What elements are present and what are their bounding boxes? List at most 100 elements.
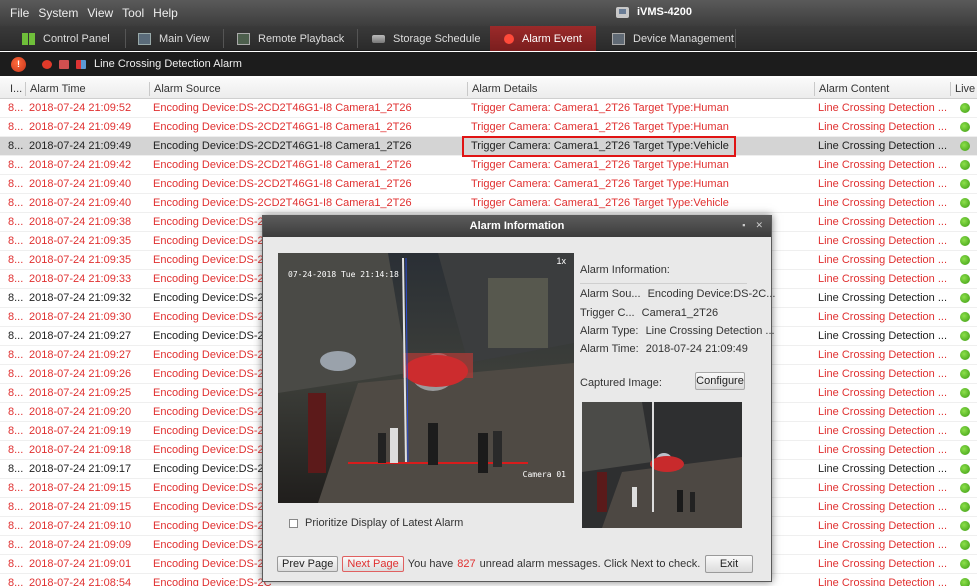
cell-alarm-time: 2018-07-24 21:09:27 bbox=[29, 330, 132, 342]
unread-count: 827 bbox=[457, 558, 476, 570]
live-view-icon[interactable] bbox=[960, 388, 970, 398]
alarm-time-row: Alarm Time: 2018-07-24 21:09:49 bbox=[580, 343, 748, 355]
col-live-view[interactable]: Live ... bbox=[950, 82, 977, 96]
live-view-icon[interactable] bbox=[960, 445, 970, 455]
cell-index: 8... bbox=[8, 387, 24, 399]
cell-alarm-time: 2018-07-24 21:09:49 bbox=[29, 121, 132, 133]
menu-view[interactable]: View bbox=[87, 6, 113, 20]
live-view-icon[interactable] bbox=[960, 255, 970, 265]
captured-image-thumbnail[interactable] bbox=[582, 402, 742, 528]
live-view-icon[interactable] bbox=[960, 160, 970, 170]
cell-index: 8... bbox=[8, 197, 24, 209]
camera-scene-image bbox=[278, 253, 574, 503]
live-view-icon[interactable] bbox=[960, 502, 970, 512]
table-row[interactable]: 8... 2018-07-24 21:09:42 Encoding Device:D… bbox=[0, 156, 977, 175]
alarm-clear-icon[interactable] bbox=[59, 60, 69, 69]
live-view-icon[interactable] bbox=[960, 198, 970, 208]
cell-alarm-content: Line Crossing Detection ... bbox=[818, 197, 948, 209]
live-view-icon[interactable] bbox=[960, 521, 970, 531]
tab-device-management[interactable]: Device Management bbox=[612, 26, 734, 51]
tab-remote-playback[interactable]: Remote Playback bbox=[237, 26, 344, 51]
live-view-icon[interactable] bbox=[960, 407, 970, 417]
menu-file[interactable]: File bbox=[10, 6, 29, 20]
alarm-event-icon bbox=[504, 33, 514, 44]
main-menu: File System View Tool Help bbox=[10, 6, 178, 20]
cell-alarm-content: Line Crossing Detection ... bbox=[818, 463, 948, 475]
live-view-icon[interactable] bbox=[960, 236, 970, 246]
minimize-icon[interactable]: ▪ bbox=[742, 220, 745, 231]
prioritize-checkbox[interactable] bbox=[289, 518, 298, 528]
alarm-bell-icon[interactable]: ! bbox=[11, 57, 26, 72]
table-row[interactable]: 8... 2018-07-24 21:09:40 Encoding Device:D… bbox=[0, 175, 977, 194]
tab-storage-schedule-label: Storage Schedule bbox=[393, 32, 481, 45]
col-alarm-details[interactable]: Alarm Details bbox=[467, 82, 814, 96]
module-tab-bar: Control Panel Main View Remote Playback … bbox=[0, 26, 977, 51]
cell-alarm-content: Line Crossing Detection ... bbox=[818, 121, 948, 133]
cell-index: 8... bbox=[8, 463, 24, 475]
live-view-icon[interactable] bbox=[960, 179, 970, 189]
live-view-icon[interactable] bbox=[960, 274, 970, 284]
cell-alarm-time: 2018-07-24 21:09:10 bbox=[29, 520, 132, 532]
tab-alarm-event[interactable]: Alarm Event bbox=[490, 26, 596, 51]
live-view-icon[interactable] bbox=[960, 578, 970, 586]
table-row[interactable]: 8... 2018-07-24 21:09:40 Encoding Device:D… bbox=[0, 194, 977, 213]
close-icon[interactable]: ✕ bbox=[755, 220, 763, 231]
live-view-icon[interactable] bbox=[960, 350, 970, 360]
live-view-icon[interactable] bbox=[960, 331, 970, 341]
cell-index: 8... bbox=[8, 539, 24, 551]
cell-alarm-details: Trigger Camera: Camera1_2T26 Target Type… bbox=[471, 102, 729, 114]
cell-alarm-time: 2018-07-24 21:09:49 bbox=[29, 140, 132, 152]
alarm-video-view[interactable]: 07-24-2018 Tue 21:14:18 1x Camera 01 bbox=[278, 253, 574, 503]
playback-icon bbox=[237, 32, 250, 45]
cell-alarm-content: Line Crossing Detection ... bbox=[818, 387, 948, 399]
alarm-type-icon[interactable] bbox=[76, 60, 86, 69]
tab-storage-schedule[interactable]: Storage Schedule bbox=[372, 26, 480, 51]
col-alarm-content[interactable]: Alarm Content bbox=[814, 82, 950, 96]
cell-alarm-source: Encoding Device:DS-2CD2T46G1-I8 Camera1_… bbox=[153, 197, 412, 209]
live-view-icon[interactable] bbox=[960, 103, 970, 113]
app-monitor-icon bbox=[616, 6, 629, 18]
menu-tool[interactable]: Tool bbox=[122, 6, 144, 20]
cell-alarm-source: Encoding Device:DS-2CD2T46G1-I8 Camera1_… bbox=[153, 102, 412, 114]
control-panel-icon bbox=[22, 32, 35, 45]
table-row[interactable]: 8... 2018-07-24 21:09:49 Encoding Device:D… bbox=[0, 118, 977, 137]
live-view-icon[interactable] bbox=[960, 464, 970, 474]
cell-index: 8... bbox=[8, 235, 24, 247]
live-view-icon[interactable] bbox=[960, 312, 970, 322]
cell-index: 8... bbox=[8, 273, 24, 285]
tab-main-view[interactable]: Main View bbox=[138, 26, 210, 51]
cell-alarm-content: Line Crossing Detection ... bbox=[818, 539, 948, 551]
live-view-icon[interactable] bbox=[960, 426, 970, 436]
cell-alarm-content: Line Crossing Detection ... bbox=[818, 425, 948, 437]
captured-scene-image bbox=[582, 402, 742, 528]
table-row[interactable]: 8... 2018-07-24 21:09:52 Encoding Device:D… bbox=[0, 99, 977, 118]
menu-system[interactable]: System bbox=[38, 6, 78, 20]
live-view-icon[interactable] bbox=[960, 217, 970, 227]
live-view-icon[interactable] bbox=[960, 540, 970, 550]
live-view-icon[interactable] bbox=[960, 293, 970, 303]
menu-bar: File System View Tool Help iVMS-4200 bbox=[0, 0, 977, 26]
col-alarm-source[interactable]: Alarm Source bbox=[149, 82, 467, 96]
cell-index: 8... bbox=[8, 425, 24, 437]
configure-button[interactable]: Configure bbox=[695, 372, 745, 390]
cell-alarm-content: Line Crossing Detection ... bbox=[818, 501, 948, 513]
next-page-button[interactable]: Next Page bbox=[342, 556, 404, 572]
cell-alarm-content: Line Crossing Detection ... bbox=[818, 577, 948, 586]
prioritize-option[interactable]: Prioritize Display of Latest Alarm bbox=[289, 517, 463, 529]
menu-help[interactable]: Help bbox=[153, 6, 178, 20]
video-zoom-level: 1x bbox=[556, 256, 566, 266]
col-alarm-time[interactable]: Alarm Time bbox=[25, 82, 147, 96]
live-view-icon[interactable] bbox=[960, 483, 970, 493]
tab-alarm-event-label: Alarm Event bbox=[522, 32, 582, 45]
col-index[interactable]: I... bbox=[6, 82, 22, 96]
prev-page-button[interactable]: Prev Page bbox=[277, 556, 339, 572]
live-view-icon[interactable] bbox=[960, 559, 970, 569]
alarm-sound-icon[interactable] bbox=[42, 60, 52, 69]
live-view-icon[interactable] bbox=[960, 369, 970, 379]
tab-control-panel[interactable]: Control Panel bbox=[22, 26, 110, 51]
alarm-source-label: Alarm Sou... bbox=[580, 288, 641, 300]
live-view-icon[interactable] bbox=[960, 122, 970, 132]
live-view-icon[interactable] bbox=[960, 141, 970, 151]
exit-button[interactable]: Exit bbox=[705, 555, 753, 573]
cell-alarm-content: Line Crossing Detection ... bbox=[818, 159, 948, 171]
